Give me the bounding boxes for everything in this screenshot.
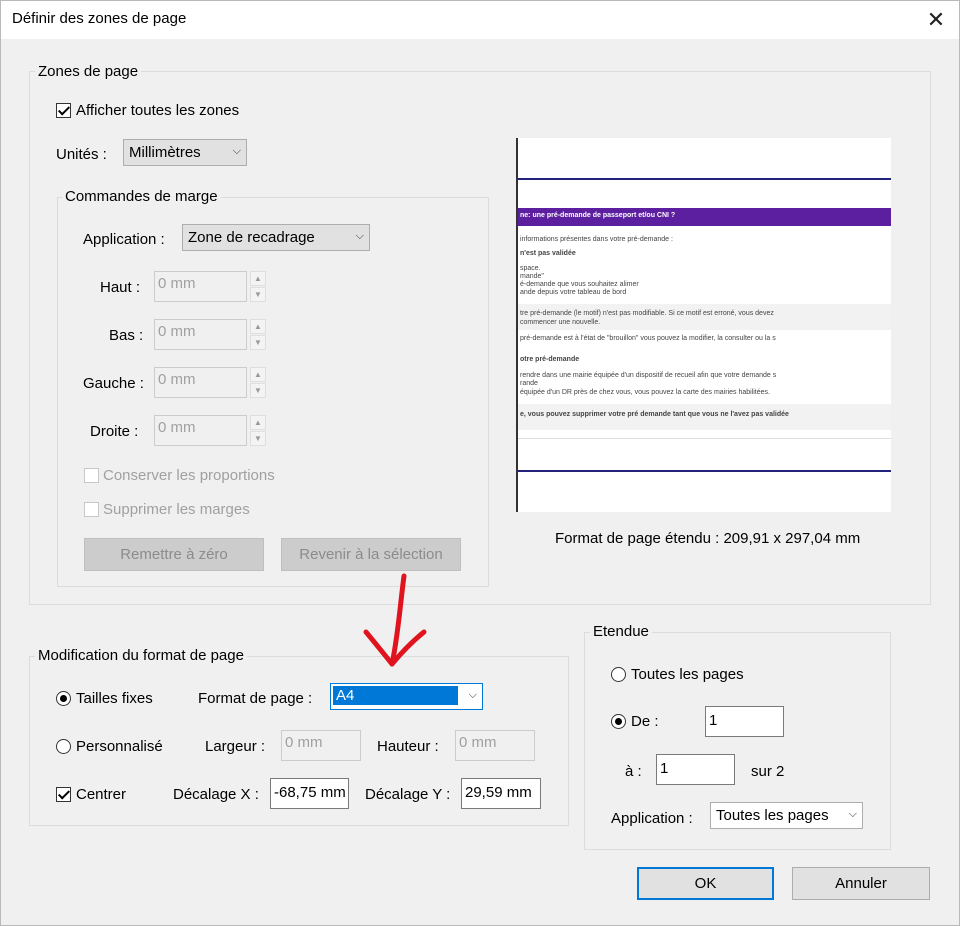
margin-bottom-stepper[interactable]: ▲ ▼ — [250, 319, 266, 350]
width-input[interactable]: 0 mm — [281, 730, 361, 761]
chevron-down-icon[interactable]: ▼ — [250, 287, 266, 302]
fixed-sizes-label: Tailles fixes — [76, 690, 153, 707]
margin-bottom-input[interactable]: 0 mm — [154, 319, 247, 350]
preview-text: mande" — [520, 273, 544, 280]
center-checkbox[interactable] — [56, 787, 71, 802]
chevron-up-icon[interactable]: ▲ — [250, 319, 266, 334]
preview-text: commencer une nouvelle. — [520, 319, 601, 326]
range-legend: Etendue — [590, 623, 652, 640]
preview-text: e, vous pouvez supprimer votre pré deman… — [520, 411, 789, 418]
page-preview: ne: une pré-demande de passeport et/ou C… — [516, 138, 891, 512]
custom-label: Personnalisé — [76, 738, 163, 755]
chevron-down-icon: ⌵ — [468, 689, 477, 701]
margin-left-label: Gauche : — [83, 375, 144, 392]
close-icon[interactable]: ✕ — [913, 1, 959, 39]
preview-line — [518, 470, 891, 472]
preview-text: é-demande que vous souhaitez alimer — [520, 281, 639, 288]
keep-proportions-label: Conserver les proportions — [103, 467, 275, 484]
preview-text: informations présentes dans votre pré-de… — [520, 236, 673, 243]
margin-left-stepper[interactable]: ▲ ▼ — [250, 367, 266, 398]
show-all-zones-checkbox[interactable] — [56, 103, 71, 118]
preview-text: n'est pas validée — [520, 250, 576, 257]
chevron-up-icon[interactable]: ▲ — [250, 367, 266, 382]
width-label: Largeur : — [205, 738, 266, 755]
units-label: Unités : — [56, 146, 107, 163]
chevron-down-icon[interactable]: ▼ — [250, 383, 266, 398]
range-application-label: Application : — [611, 810, 693, 827]
title-bar: Définir des zones de page ✕ — [1, 1, 959, 39]
fixed-sizes-radio[interactable] — [56, 691, 71, 706]
of-pages-label: sur 2 — [751, 763, 785, 780]
margin-right-stepper[interactable]: ▲ ▼ — [250, 415, 266, 446]
preview-text: space. — [520, 265, 541, 272]
margins-legend: Commandes de marge — [62, 188, 221, 205]
preview-text: pré-demande est à l'état de "brouillon" … — [520, 335, 776, 342]
offset-x-label: Décalage X : — [173, 786, 259, 803]
margin-top-label: Haut : — [100, 279, 141, 296]
preview-line — [518, 438, 891, 439]
offset-y-input[interactable]: 29,59 mm — [461, 778, 541, 809]
chevron-down-icon: ⌵ — [355, 230, 364, 242]
to-label: à : — [625, 763, 642, 780]
page-format-label: Format de page : — [198, 690, 313, 707]
reset-button[interactable]: Remettre à zéro — [84, 538, 264, 571]
chevron-down-icon: ⌵ — [232, 145, 241, 157]
margins-group — [57, 197, 489, 587]
extended-format-label: Format de page étendu : 209,91 x 297,04 … — [555, 530, 861, 547]
center-label: Centrer — [76, 786, 127, 803]
margin-top-stepper[interactable]: ▲ ▼ — [250, 271, 266, 302]
preview-text: rande — [520, 380, 538, 387]
to-page-input[interactable]: 1 — [656, 754, 735, 785]
preview-text: équipée d'un DR près de chez vous, vous … — [520, 389, 770, 396]
page-format-value: A4 — [333, 686, 458, 705]
preview-line — [518, 178, 891, 180]
preview-block — [518, 304, 891, 330]
keep-proportions-checkbox[interactable] — [84, 468, 99, 483]
margin-application-value: Zone de recadrage — [188, 229, 315, 246]
chevron-down-icon[interactable]: ▼ — [250, 431, 266, 446]
dialog-title: Définir des zones de page — [12, 10, 187, 27]
margin-application-select[interactable]: Zone de recadrage ⌵ — [182, 224, 370, 251]
chevron-up-icon[interactable]: ▲ — [250, 271, 266, 286]
margin-application-label: Application : — [83, 231, 165, 248]
annotation-arrow-icon — [363, 573, 427, 667]
all-pages-label: Toutes les pages — [631, 666, 744, 683]
height-label: Hauteur : — [377, 738, 439, 755]
offset-y-label: Décalage Y : — [365, 786, 451, 803]
ok-button[interactable]: OK — [637, 867, 774, 900]
preview-text: otre pré-demande — [520, 356, 580, 363]
preview-text: tre pré-demande (le motif) n'est pas mod… — [520, 310, 774, 317]
margin-right-label: Droite : — [90, 423, 139, 440]
zones-legend: Zones de page — [35, 63, 142, 80]
margin-right-input[interactable]: 0 mm — [154, 415, 247, 446]
format-legend: Modification du format de page — [35, 647, 247, 664]
from-label: De : — [631, 713, 659, 730]
page-format-select[interactable]: A4 ⌵ — [330, 683, 483, 710]
dialog-window: Définir des zones de page ✕ Zones de pag… — [0, 0, 960, 926]
preview-band: ne: une pré-demande de passeport et/ou C… — [518, 208, 891, 226]
height-input[interactable]: 0 mm — [455, 730, 535, 761]
chevron-down-icon: ⌵ — [848, 808, 857, 820]
from-page-input[interactable]: 1 — [705, 706, 784, 737]
chevron-down-icon[interactable]: ▼ — [250, 335, 266, 350]
custom-radio[interactable] — [56, 739, 71, 754]
preview-text: rendre dans une mairie équipée d'un disp… — [520, 372, 777, 379]
remove-margins-label: Supprimer les marges — [103, 501, 250, 518]
cancel-button[interactable]: Annuler — [792, 867, 930, 900]
all-pages-radio[interactable] — [611, 667, 626, 682]
remove-margins-checkbox[interactable] — [84, 502, 99, 517]
chevron-up-icon[interactable]: ▲ — [250, 415, 266, 430]
range-application-select[interactable]: Toutes les pages ⌵ — [710, 802, 863, 829]
show-all-zones-label: Afficher toutes les zones — [76, 102, 240, 119]
margin-bottom-label: Bas : — [109, 327, 144, 344]
margin-left-input[interactable]: 0 mm — [154, 367, 247, 398]
units-select[interactable]: Millimètres ⌵ — [123, 139, 247, 166]
range-application-value: Toutes les pages — [716, 807, 829, 824]
from-radio[interactable] — [611, 714, 626, 729]
offset-x-input[interactable]: -68,75 mm — [270, 778, 349, 809]
preview-text: ande depuis votre tableau de bord — [520, 289, 627, 296]
margin-top-input[interactable]: 0 mm — [154, 271, 247, 302]
units-value: Millimètres — [129, 144, 201, 161]
